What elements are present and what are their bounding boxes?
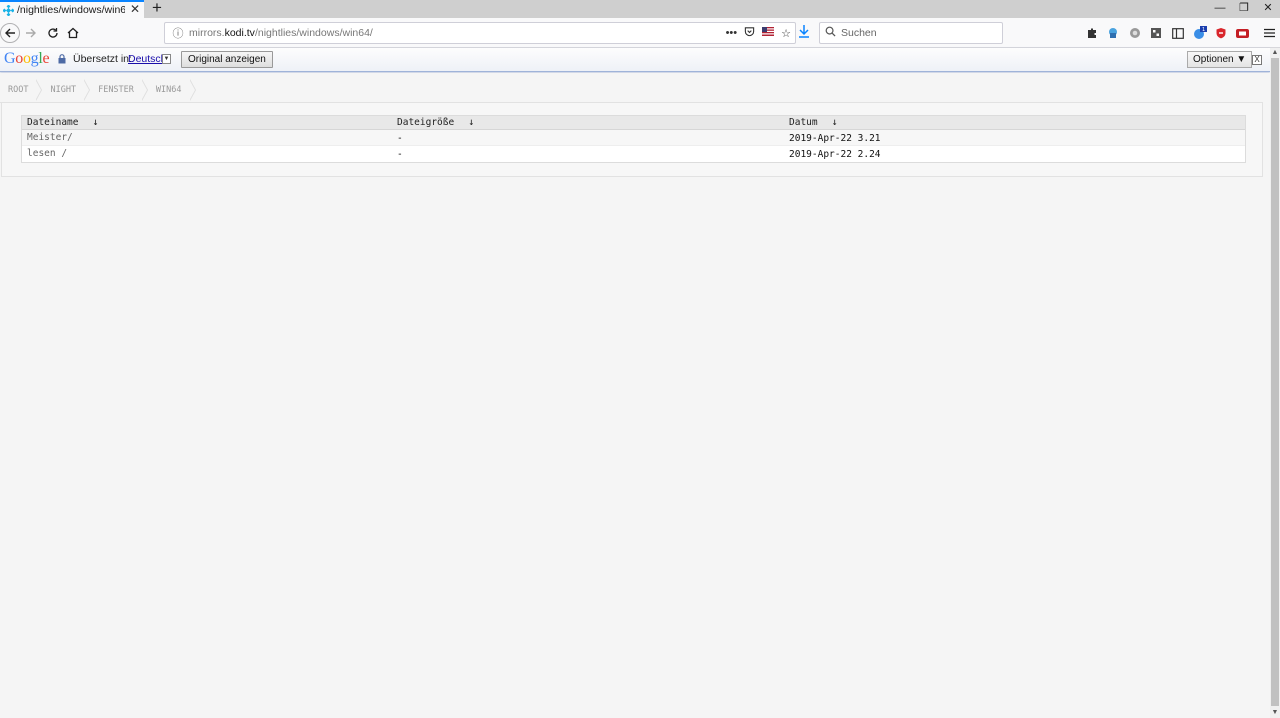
file-date: 2019-Apr-22 3.21 xyxy=(789,133,881,144)
site-info-icon[interactable]: ⓘ xyxy=(169,25,187,41)
tab-title: /nightlies/windows/win64/ xyxy=(17,4,125,16)
language-dropdown-icon[interactable]: ▼ xyxy=(162,54,171,64)
sort-arrow-icon: ↓ xyxy=(831,117,838,128)
back-arrow-icon xyxy=(5,28,15,38)
svg-text:1: 1 xyxy=(1202,27,1205,33)
search-icon xyxy=(825,26,836,40)
window-close-icon[interactable]: ✕ xyxy=(1258,1,1278,15)
file-name-link[interactable]: lesen / xyxy=(27,148,67,159)
logo-letter: o xyxy=(22,50,31,67)
kodi-icon xyxy=(2,4,14,16)
url-text[interactable]: mirrors.kodi.tv/nightlies/windows/win64/ xyxy=(189,27,373,39)
logo-letter: e xyxy=(42,50,50,67)
logo-letter: o xyxy=(15,50,23,67)
column-header-size[interactable]: Dateigröße ↓ xyxy=(397,117,474,128)
google-logo: Google xyxy=(4,50,50,68)
home-button[interactable] xyxy=(64,24,82,42)
sort-arrow-icon: ↓ xyxy=(468,117,475,128)
scroll-thumb[interactable] xyxy=(1271,58,1279,706)
minimize-icon[interactable]: — xyxy=(1210,1,1230,15)
shield-extension-icon[interactable] xyxy=(1214,26,1228,40)
language-link[interactable]: Deutsch xyxy=(128,53,167,65)
breadcrumb: ROOT NIGHT FENSTER WIN64 xyxy=(2,79,196,101)
badge-extension-icon[interactable]: 1 xyxy=(1193,26,1207,40)
logo-letter: G xyxy=(4,50,16,67)
restore-icon[interactable]: ❐ xyxy=(1234,1,1254,15)
options-button[interactable]: Optionen ▼ xyxy=(1187,51,1253,68)
nav-bar: ⓘ mirrors.kodi.tv/nightlies/windows/win6… xyxy=(0,18,1280,48)
tab-close-icon[interactable]: ✕ xyxy=(130,2,140,16)
bookmark-star-icon[interactable]: ☆ xyxy=(781,27,791,40)
listing-panel: Dateiname ↓ Dateigröße ↓ Datum ↓ Meister/ -… xyxy=(1,103,1263,177)
breadcrumb-item[interactable]: NIGHT xyxy=(36,79,90,101)
file-table: Dateiname ↓ Dateigröße ↓ Datum ↓ Meister/ -… xyxy=(21,115,1246,163)
search-placeholder: Suchen xyxy=(841,27,877,39)
file-date: 2019-Apr-22 2.24 xyxy=(789,149,881,160)
home-icon xyxy=(67,27,79,39)
vertical-scrollbar[interactable]: ▲ ▼ xyxy=(1270,48,1280,718)
table-row[interactable]: Meister/ - 2019-Apr-22 3.21 xyxy=(22,130,1245,146)
breadcrumb-item[interactable]: ROOT xyxy=(2,79,44,101)
hd-extension-icon[interactable] xyxy=(1235,26,1249,40)
sidebar-icon[interactable] xyxy=(1171,26,1185,40)
globe-extension-icon[interactable] xyxy=(1128,26,1142,40)
sort-arrow-icon: ↓ xyxy=(92,117,99,128)
table-header: Dateiname ↓ Dateigröße ↓ Datum ↓ xyxy=(22,116,1245,130)
file-name-link[interactable]: Meister/ xyxy=(27,132,73,143)
scroll-down-icon[interactable]: ▼ xyxy=(1270,708,1280,718)
puzzle-extension-icon[interactable] xyxy=(1085,26,1099,40)
download-icon[interactable] xyxy=(797,24,811,42)
forward-arrow-icon xyxy=(26,28,36,38)
translate-bar: Google Übersetzt in: Deutsch ▼ Original … xyxy=(0,48,1270,72)
tab-strip: /nightlies/windows/win64/ ✕ + — ❐ ✕ xyxy=(0,0,1280,18)
breadcrumb-item[interactable]: WIN64 xyxy=(142,79,196,101)
file-size: - xyxy=(397,149,403,160)
show-original-button[interactable]: Original anzeigen xyxy=(181,51,273,68)
new-tab-button[interactable]: + xyxy=(150,0,164,17)
url-bar[interactable]: ⓘ mirrors.kodi.tv/nightlies/windows/win6… xyxy=(164,22,796,44)
forward-button[interactable] xyxy=(22,24,40,42)
breadcrumb-item[interactable]: FENSTER xyxy=(84,79,148,101)
page-actions-icon[interactable]: ••• xyxy=(726,27,738,39)
grid-extension-icon[interactable] xyxy=(1149,26,1163,40)
reload-icon xyxy=(48,28,58,38)
tab-active[interactable]: /nightlies/windows/win64/ ✕ xyxy=(0,0,144,18)
us-flag-icon[interactable] xyxy=(762,27,775,39)
column-header-name[interactable]: Dateiname ↓ xyxy=(27,117,99,128)
hamburger-menu-icon[interactable] xyxy=(1262,26,1276,40)
file-size: - xyxy=(397,133,403,144)
reload-button[interactable] xyxy=(44,24,62,42)
pocket-icon[interactable] xyxy=(744,26,755,40)
column-header-date[interactable]: Datum ↓ xyxy=(789,117,838,128)
table-row[interactable]: lesen / - 2019-Apr-22 2.24 xyxy=(22,146,1245,162)
scroll-up-icon[interactable]: ▲ xyxy=(1270,48,1280,58)
translate-close-icon[interactable]: X xyxy=(1252,55,1262,65)
lock-extension-icon[interactable] xyxy=(1106,26,1120,40)
back-button[interactable] xyxy=(0,23,20,43)
translated-into-label: Übersetzt in: xyxy=(73,53,132,65)
lock-icon xyxy=(58,54,66,66)
page-content: ROOT NIGHT FENSTER WIN64 Dateiname ↓ Date… xyxy=(0,73,1270,718)
search-bar[interactable]: Suchen xyxy=(819,22,1003,44)
